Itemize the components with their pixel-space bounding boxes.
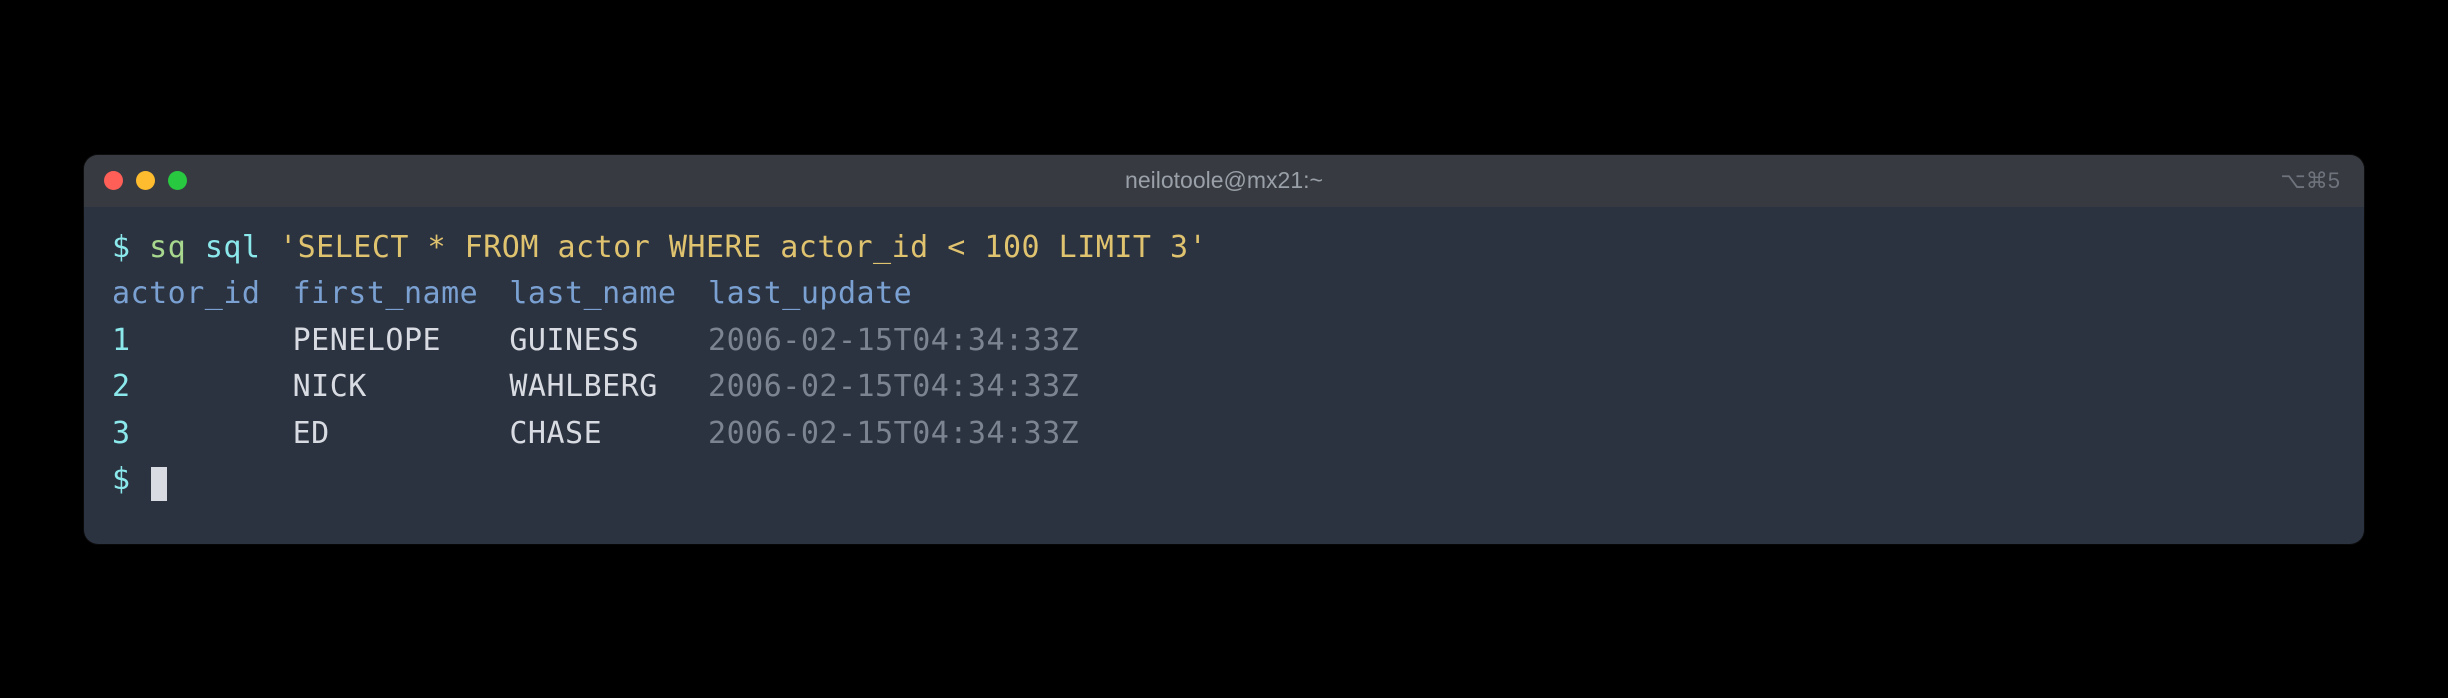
cell-first-name: ED	[293, 411, 510, 458]
column-header: last_update	[708, 271, 912, 318]
cell-last-update: 2006-02-15T04:34:33Z	[708, 318, 1079, 365]
cell-last-update: 2006-02-15T04:34:33Z	[708, 411, 1079, 458]
command-subcommand: sql	[205, 230, 261, 265]
column-header: actor_id	[112, 271, 293, 318]
close-icon[interactable]	[104, 171, 123, 190]
prompt-symbol: $	[112, 230, 131, 265]
cell-last-name: WAHLBERG	[509, 364, 708, 411]
terminal-body[interactable]: $ sq sql 'SELECT * FROM actor WHERE acto…	[84, 207, 2364, 544]
cell-first-name: NICK	[293, 364, 510, 411]
cell-last-update: 2006-02-15T04:34:33Z	[708, 364, 1079, 411]
column-header: last_name	[509, 271, 708, 318]
minimize-icon[interactable]	[136, 171, 155, 190]
table-row: 2NICKWAHLBERG2006-02-15T04:34:33Z	[112, 364, 2336, 411]
window-shortcut-hint: ⌥⌘5	[2280, 168, 2340, 194]
command-argument: 'SELECT * FROM actor WHERE actor_id < 10…	[279, 230, 1207, 265]
cell-last-name: GUINESS	[509, 318, 708, 365]
cell-first-name: PENELOPE	[293, 318, 510, 365]
table-row: 1PENELOPEGUINESS2006-02-15T04:34:33Z	[112, 318, 2336, 365]
terminal-window: neilotoole@mx21:~ ⌥⌘5 $ sq sql 'SELECT *…	[84, 155, 2364, 544]
cell-actor-id: 2	[112, 364, 293, 411]
column-header: first_name	[293, 271, 510, 318]
cell-actor-id: 1	[112, 318, 293, 365]
window-title: neilotoole@mx21:~	[1125, 167, 1323, 194]
maximize-icon[interactable]	[168, 171, 187, 190]
prompt-symbol: $	[112, 462, 131, 497]
table-row: 3EDCHASE2006-02-15T04:34:33Z	[112, 411, 2336, 458]
cursor-icon	[151, 467, 167, 501]
prompt-line[interactable]: $	[112, 457, 2336, 504]
table-header-row: actor_idfirst_namelast_namelast_update	[112, 271, 2336, 318]
command-program: sq	[149, 230, 186, 265]
cell-actor-id: 3	[112, 411, 293, 458]
command-line: $ sq sql 'SELECT * FROM actor WHERE acto…	[112, 225, 2336, 272]
cell-last-name: CHASE	[509, 411, 708, 458]
traffic-lights	[104, 171, 187, 190]
titlebar: neilotoole@mx21:~ ⌥⌘5	[84, 155, 2364, 207]
